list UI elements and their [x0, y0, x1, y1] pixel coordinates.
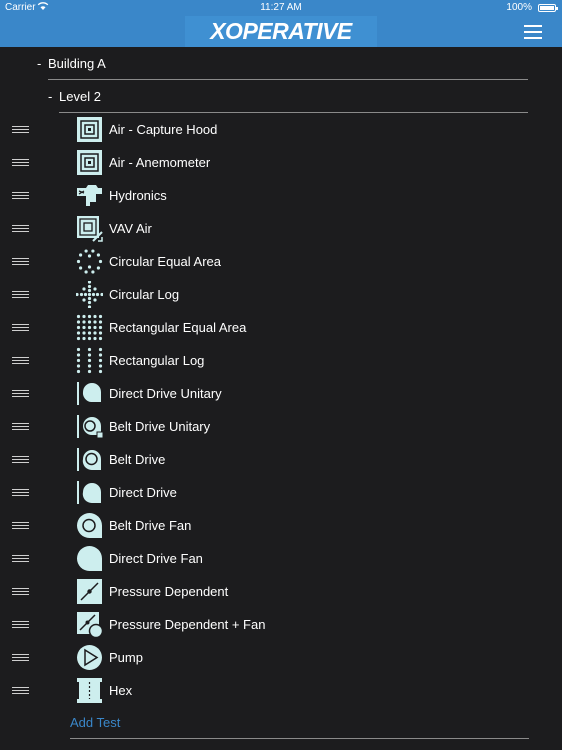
- test-row[interactable]: Circular Log: [0, 278, 562, 311]
- test-row[interactable]: Air - Capture Hood: [0, 113, 562, 146]
- test-row[interactable]: Circular Equal Area: [0, 245, 562, 278]
- test-row[interactable]: Pressure Dependent: [0, 575, 562, 608]
- battery-icon: [538, 4, 558, 12]
- hex-icon: [76, 677, 103, 704]
- drag-handle-icon[interactable]: [12, 225, 29, 232]
- test-row[interactable]: Hex: [0, 674, 562, 707]
- test-row[interactable]: Direct Drive Fan: [0, 542, 562, 575]
- drag-handle-icon[interactable]: [12, 357, 29, 364]
- drag-handle-icon[interactable]: [12, 588, 29, 595]
- test-label: Air - Anemometer: [109, 155, 211, 170]
- tree-node-level[interactable]: - Level 2: [0, 80, 562, 113]
- test-row[interactable]: VAV Air: [0, 212, 562, 245]
- vav-air-icon: [76, 215, 103, 242]
- test-label: Pump: [109, 650, 143, 665]
- test-row[interactable]: Hydronics: [0, 179, 562, 212]
- test-label: Rectangular Log: [109, 353, 205, 368]
- add-test-button[interactable]: Add Test: [70, 715, 120, 730]
- test-label: Pressure Dependent: [109, 584, 229, 599]
- test-label: Direct Drive: [109, 485, 177, 500]
- test-row[interactable]: Belt Drive Unitary: [0, 410, 562, 443]
- hydronics-icon: [76, 182, 103, 209]
- direct-drive-fan-icon: [76, 545, 103, 572]
- building-toggle[interactable]: -: [37, 56, 41, 71]
- test-row[interactable]: Air - Anemometer: [0, 146, 562, 179]
- test-row[interactable]: Belt Drive Fan: [0, 509, 562, 542]
- circular-log-icon: [76, 281, 103, 308]
- test-label: Belt Drive: [109, 452, 166, 467]
- test-label: Hydronics: [109, 188, 167, 203]
- test-row[interactable]: Pump: [0, 641, 562, 674]
- drag-handle-icon[interactable]: [12, 489, 29, 496]
- drag-handle-icon[interactable]: [12, 456, 29, 463]
- test-row[interactable]: Direct Drive Unitary: [0, 377, 562, 410]
- test-label: Air - Capture Hood: [109, 122, 218, 137]
- drag-handle-icon[interactable]: [12, 522, 29, 529]
- pump-icon: [76, 644, 103, 671]
- drag-handle-icon[interactable]: [12, 324, 29, 331]
- drag-handle-icon[interactable]: [12, 423, 29, 430]
- test-label: Hex: [109, 683, 133, 698]
- test-label: Rectangular Equal Area: [109, 320, 247, 335]
- belt-drive-icon: [76, 446, 103, 473]
- test-label: Belt Drive Fan: [109, 518, 192, 533]
- status-bar: Carrier 11:27 AM 100%: [0, 0, 562, 16]
- drag-handle-icon[interactable]: [12, 555, 29, 562]
- pressure-dependent-fan-icon: [76, 611, 103, 638]
- belt-drive-fan-icon: [76, 512, 103, 539]
- rectangular-log-icon: [76, 347, 103, 374]
- hamburger-menu-icon[interactable]: [524, 25, 542, 39]
- test-label: Direct Drive Unitary: [109, 386, 222, 401]
- drag-handle-icon[interactable]: [12, 192, 29, 199]
- battery-percent: 100%: [506, 2, 532, 13]
- drag-handle-icon[interactable]: [12, 654, 29, 661]
- building-label: Building A: [48, 56, 106, 71]
- drag-handle-icon[interactable]: [12, 126, 29, 133]
- test-row[interactable]: Direct Drive: [0, 476, 562, 509]
- test-row[interactable]: Pressure Dependent + Fan: [0, 608, 562, 641]
- test-label: Belt Drive Unitary: [109, 419, 211, 434]
- drag-handle-icon[interactable]: [12, 390, 29, 397]
- pressure-dependent-icon: [76, 578, 103, 605]
- drag-handle-icon[interactable]: [12, 258, 29, 265]
- direct-drive-icon: [76, 479, 103, 506]
- tree-node-building[interactable]: - Building A: [0, 47, 562, 80]
- drag-handle-icon[interactable]: [12, 291, 29, 298]
- divider: [70, 738, 529, 739]
- drag-handle-icon[interactable]: [12, 159, 29, 166]
- test-row[interactable]: Rectangular Log: [0, 344, 562, 377]
- test-label: VAV Air: [109, 221, 152, 236]
- rectangular-equal-area-icon: [76, 314, 103, 341]
- test-list: Air - Capture Hood Air - Anemometer Hydron…: [0, 113, 562, 707]
- status-time: 11:27 AM: [260, 2, 302, 13]
- circular-equal-area-icon: [76, 248, 103, 275]
- test-label: Direct Drive Fan: [109, 551, 203, 566]
- direct-drive-unitary-icon: [76, 380, 103, 407]
- test-label: Circular Log: [109, 287, 180, 302]
- test-label: Circular Equal Area: [109, 254, 221, 269]
- level-toggle[interactable]: -: [48, 89, 52, 104]
- app-logo: XOPERATIVE: [185, 16, 377, 47]
- anemometer-icon: [76, 149, 103, 176]
- drag-handle-icon[interactable]: [12, 621, 29, 628]
- belt-drive-unitary-icon: [76, 413, 103, 440]
- level-label: Level 2: [59, 89, 101, 104]
- capture-hood-icon: [76, 116, 103, 143]
- nav-bar: XOPERATIVE: [0, 16, 562, 47]
- test-row[interactable]: Rectangular Equal Area: [0, 311, 562, 344]
- drag-handle-icon[interactable]: [12, 687, 29, 694]
- test-row[interactable]: Belt Drive: [0, 443, 562, 476]
- test-label: Pressure Dependent + Fan: [109, 617, 266, 632]
